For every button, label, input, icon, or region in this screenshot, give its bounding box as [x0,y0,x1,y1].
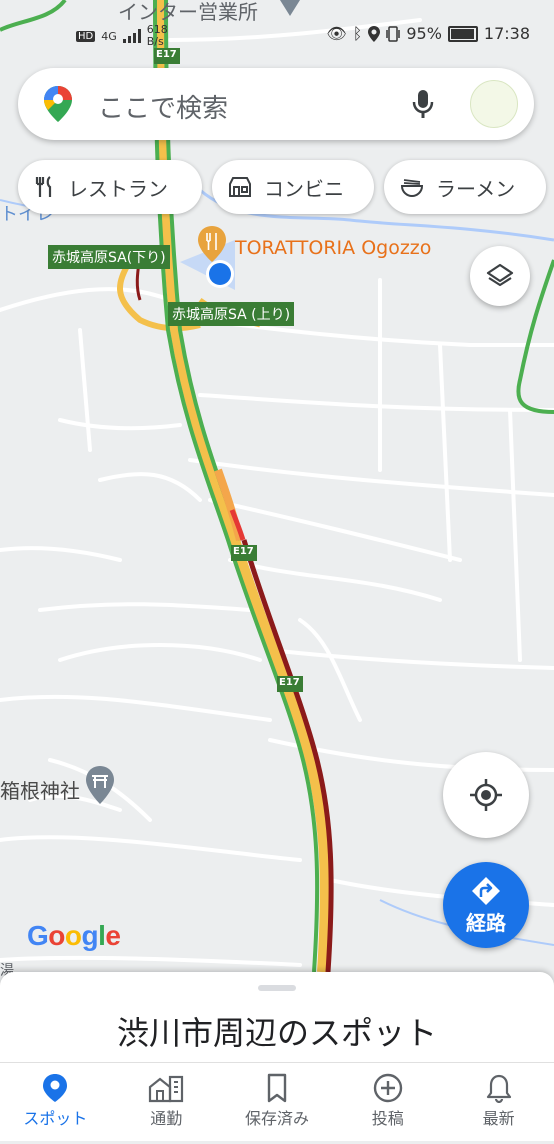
directions-icon [472,876,500,905]
my-location-button[interactable] [443,752,529,838]
hd-icon: HD [76,30,96,42]
shrine-pin-icon[interactable] [86,766,114,804]
chip-convenience-store[interactable]: コンビニ [212,160,374,214]
bottom-navigation: スポット 通勤 保存済み 投稿 最新 [0,1062,554,1141]
google-logo: Google [27,920,121,951]
status-bar-left: HD 4G 618 B/s [76,24,168,48]
map-label-restaurant[interactable]: TORATTORIA Ogozzo [235,237,431,259]
restaurant-icon [35,176,52,197]
nav-explore[interactable]: スポット [0,1063,111,1141]
nav-commute[interactable]: 通勤 [111,1063,222,1141]
bell-icon [486,1074,511,1103]
search-input[interactable]: ここで検索 [98,88,228,125]
account-avatar[interactable] [470,80,518,128]
microphone-icon[interactable] [412,88,434,120]
status-bar-right: 👁 ᛒ 95% 17:38 [326,24,530,43]
eye-icon: 👁 [326,24,347,43]
map-label-sa-up[interactable]: 赤城高原SA (上り) [168,302,295,326]
chip-label: レストラン [68,176,168,201]
network-speed-unit: B/s [146,35,164,48]
explore-pin-icon [43,1074,68,1102]
nav-saved[interactable]: 保存済み [222,1063,333,1141]
location-icon [368,25,381,42]
map-label-shrine[interactable]: 箱根神社 [0,775,80,804]
network-type: 4G [101,29,117,43]
battery-icon [447,25,478,42]
sheet-drag-handle[interactable] [258,985,296,991]
nav-label: 投稿 [371,1109,404,1128]
poi-pin-top [280,0,300,16]
nav-contribute[interactable]: 投稿 [332,1063,443,1141]
google-maps-pin-icon [44,86,72,122]
clock: 17:38 [483,24,530,43]
search-bar[interactable]: ここで検索 [18,68,534,140]
layers-button[interactable] [470,246,530,306]
battery-level [450,28,474,39]
chip-label: ラーメン [436,176,516,201]
nav-label: 通勤 [150,1109,183,1128]
convenience-store-icon [229,177,251,197]
chip-restaurant[interactable]: レストラン [18,160,202,214]
nav-label: 保存済み [244,1109,309,1128]
current-location-dot [209,263,231,285]
bluetooth-icon: ᛒ [352,24,363,43]
battery-percent: 95% [406,24,442,43]
nav-label: 最新 [482,1109,515,1128]
sheet-title: 渋川市周辺のスポット [116,1014,437,1052]
crosshair-icon [470,779,502,811]
signal-icon [122,29,141,43]
commute-icon [149,1075,184,1103]
nav-label: スポット [23,1109,88,1128]
vibrate-icon [386,25,401,42]
chip-label: コンビニ [264,176,344,201]
chip-ramen[interactable]: ラーメン [384,160,546,214]
map-label-sa-down[interactable]: 赤城高原SA(下り) [48,245,170,269]
directions-button[interactable]: 経路 [443,862,529,948]
status-bar: HD 4G 618 B/s 👁 ᛒ 95% 17:38 [0,18,554,54]
highway-shield-label: E17 [279,677,300,688]
ramen-icon [400,179,424,198]
layers-icon [486,263,514,287]
bookmark-icon [267,1073,287,1103]
add-circle-icon [373,1073,402,1103]
explore-sheet[interactable]: 渋川市周辺のスポット [0,972,554,1072]
nav-updates[interactable]: 最新 [443,1063,554,1141]
directions-label: 経路 [466,910,506,935]
highway-shield-label: E17 [233,546,254,557]
